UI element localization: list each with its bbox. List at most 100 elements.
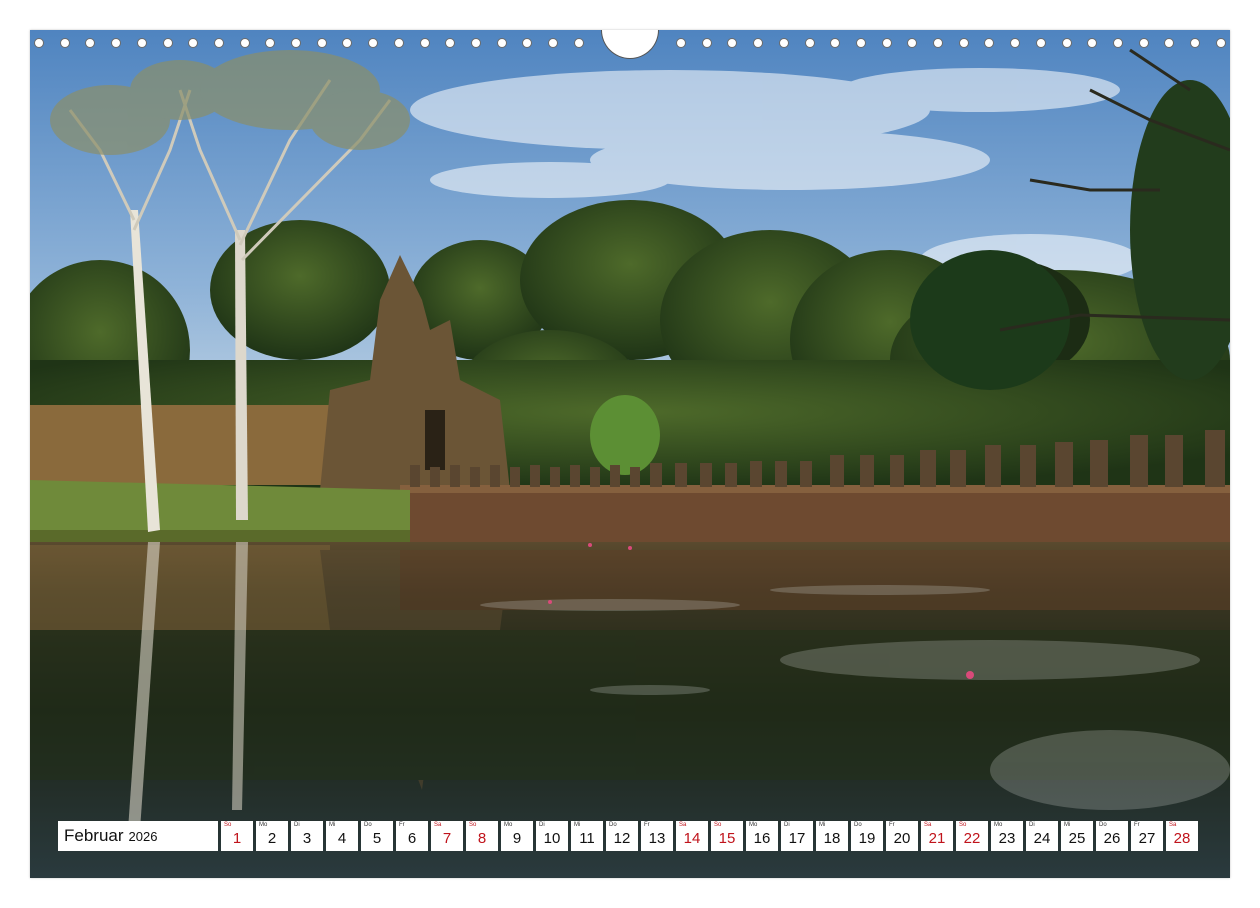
binding-hole (1010, 38, 1021, 48)
day-cell: Di 10 (536, 821, 568, 851)
day-cell: Do 26 (1096, 821, 1128, 851)
binding-hole (239, 38, 250, 48)
binding-hole (573, 38, 584, 48)
calendar-bar: Februar 2026 So 1 Mo 2 Di 3 Mi 4 Do 5 Fr 6 Sa 7 So 8 Mo 9… (58, 821, 1198, 851)
day-cell: Sa 28 (1166, 821, 1198, 851)
day-cell: Do 5 (361, 821, 393, 851)
day-cell: So 1 (221, 821, 253, 851)
day-of-week: Mi (819, 822, 826, 828)
day-number: 28 (1173, 830, 1191, 847)
binding-hole (701, 38, 712, 48)
calendar-photo (30, 30, 1230, 878)
month-year: 2026 (128, 828, 158, 844)
day-number: 4 (337, 830, 347, 847)
day-of-week: Sa (679, 822, 687, 828)
day-cell: Di 3 (291, 821, 323, 851)
binding-hole (727, 38, 738, 48)
binding-hole (855, 38, 866, 48)
binding-hole (162, 38, 173, 48)
day-number: 14 (683, 830, 701, 847)
day-of-week: Di (784, 822, 790, 828)
binding-hole (907, 38, 918, 48)
day-number: 2 (267, 830, 277, 847)
binding-hole (419, 38, 430, 48)
binding-hole (368, 38, 379, 48)
day-number: 18 (823, 830, 841, 847)
binding-hole (291, 38, 301, 48)
day-cell: Sa 21 (921, 821, 953, 851)
temple-moat-landscape (30, 30, 1230, 878)
day-number: 22 (963, 830, 981, 847)
day-of-week: Mo (994, 822, 1003, 828)
temple-wall (30, 405, 330, 485)
binding-hole (1164, 38, 1175, 48)
day-of-week: Mi (1064, 822, 1071, 828)
day-cell: Mo 23 (991, 821, 1023, 851)
binding-hole (1138, 38, 1149, 48)
day-number: 8 (477, 830, 487, 847)
day-number: 7 (442, 830, 452, 847)
day-cell: Do 19 (851, 821, 883, 851)
day-of-week: Mo (749, 822, 758, 828)
day-number: 5 (372, 830, 382, 847)
day-of-week: Do (364, 822, 372, 828)
day-number: 6 (407, 830, 417, 847)
day-cell: Mi 4 (326, 821, 358, 851)
binding-hole (316, 38, 327, 48)
binding-hole (342, 38, 353, 48)
day-of-week: Di (294, 822, 300, 828)
binding-hole (984, 38, 995, 48)
binding-hole (59, 38, 70, 48)
binding-hole (1061, 38, 1072, 48)
day-cell: Mo 9 (501, 821, 533, 851)
day-number: 12 (613, 830, 631, 847)
binding-hole (188, 38, 199, 48)
day-of-week: So (224, 822, 232, 828)
binding-hole (136, 38, 147, 48)
binding-hole (1190, 38, 1200, 48)
day-cell: Sa 7 (431, 821, 463, 851)
day-cell: Sa 14 (676, 821, 708, 851)
day-cell: Fr 13 (641, 821, 673, 851)
day-of-week: Mi (329, 822, 336, 828)
day-number: 25 (1068, 830, 1086, 847)
day-number: 9 (512, 830, 522, 847)
binding-hole (1112, 38, 1123, 48)
binding-hole (265, 38, 276, 48)
month-name: Februar (64, 826, 124, 845)
binding-hole (676, 38, 686, 48)
day-cell: Di 24 (1026, 821, 1058, 851)
binding-hole (85, 38, 96, 48)
day-cell: Mi 25 (1061, 821, 1093, 851)
day-number: 27 (1138, 830, 1156, 847)
day-number: 16 (753, 830, 771, 847)
day-number: 24 (1033, 830, 1051, 847)
day-of-week: So (959, 822, 967, 828)
day-cell: So 22 (956, 821, 988, 851)
day-number: 1 (232, 830, 242, 847)
binding-hole (522, 38, 533, 48)
day-cell: So 15 (711, 821, 743, 851)
day-cell: Mi 11 (571, 821, 603, 851)
day-cell: So 8 (466, 821, 498, 851)
bright-bush (590, 395, 660, 475)
day-number: 21 (928, 830, 946, 847)
binding-hole (1087, 38, 1098, 48)
month-label: Februar 2026 (58, 821, 218, 851)
day-cell: Do 12 (606, 821, 638, 851)
day-number: 23 (998, 830, 1016, 847)
day-of-week: Sa (434, 822, 442, 828)
day-number: 11 (579, 830, 595, 847)
binding-hole (496, 38, 507, 48)
binding-hole (881, 38, 892, 48)
day-of-week: Sa (924, 822, 932, 828)
binding-hole (1035, 38, 1046, 48)
day-of-week: Fr (399, 822, 405, 828)
day-of-week: So (469, 822, 477, 828)
day-of-week: Do (854, 822, 862, 828)
binding-hole (958, 38, 969, 48)
day-of-week: Do (609, 822, 617, 828)
binding-hole (445, 38, 456, 48)
binding-hole (753, 38, 764, 48)
day-of-week: So (714, 822, 722, 828)
